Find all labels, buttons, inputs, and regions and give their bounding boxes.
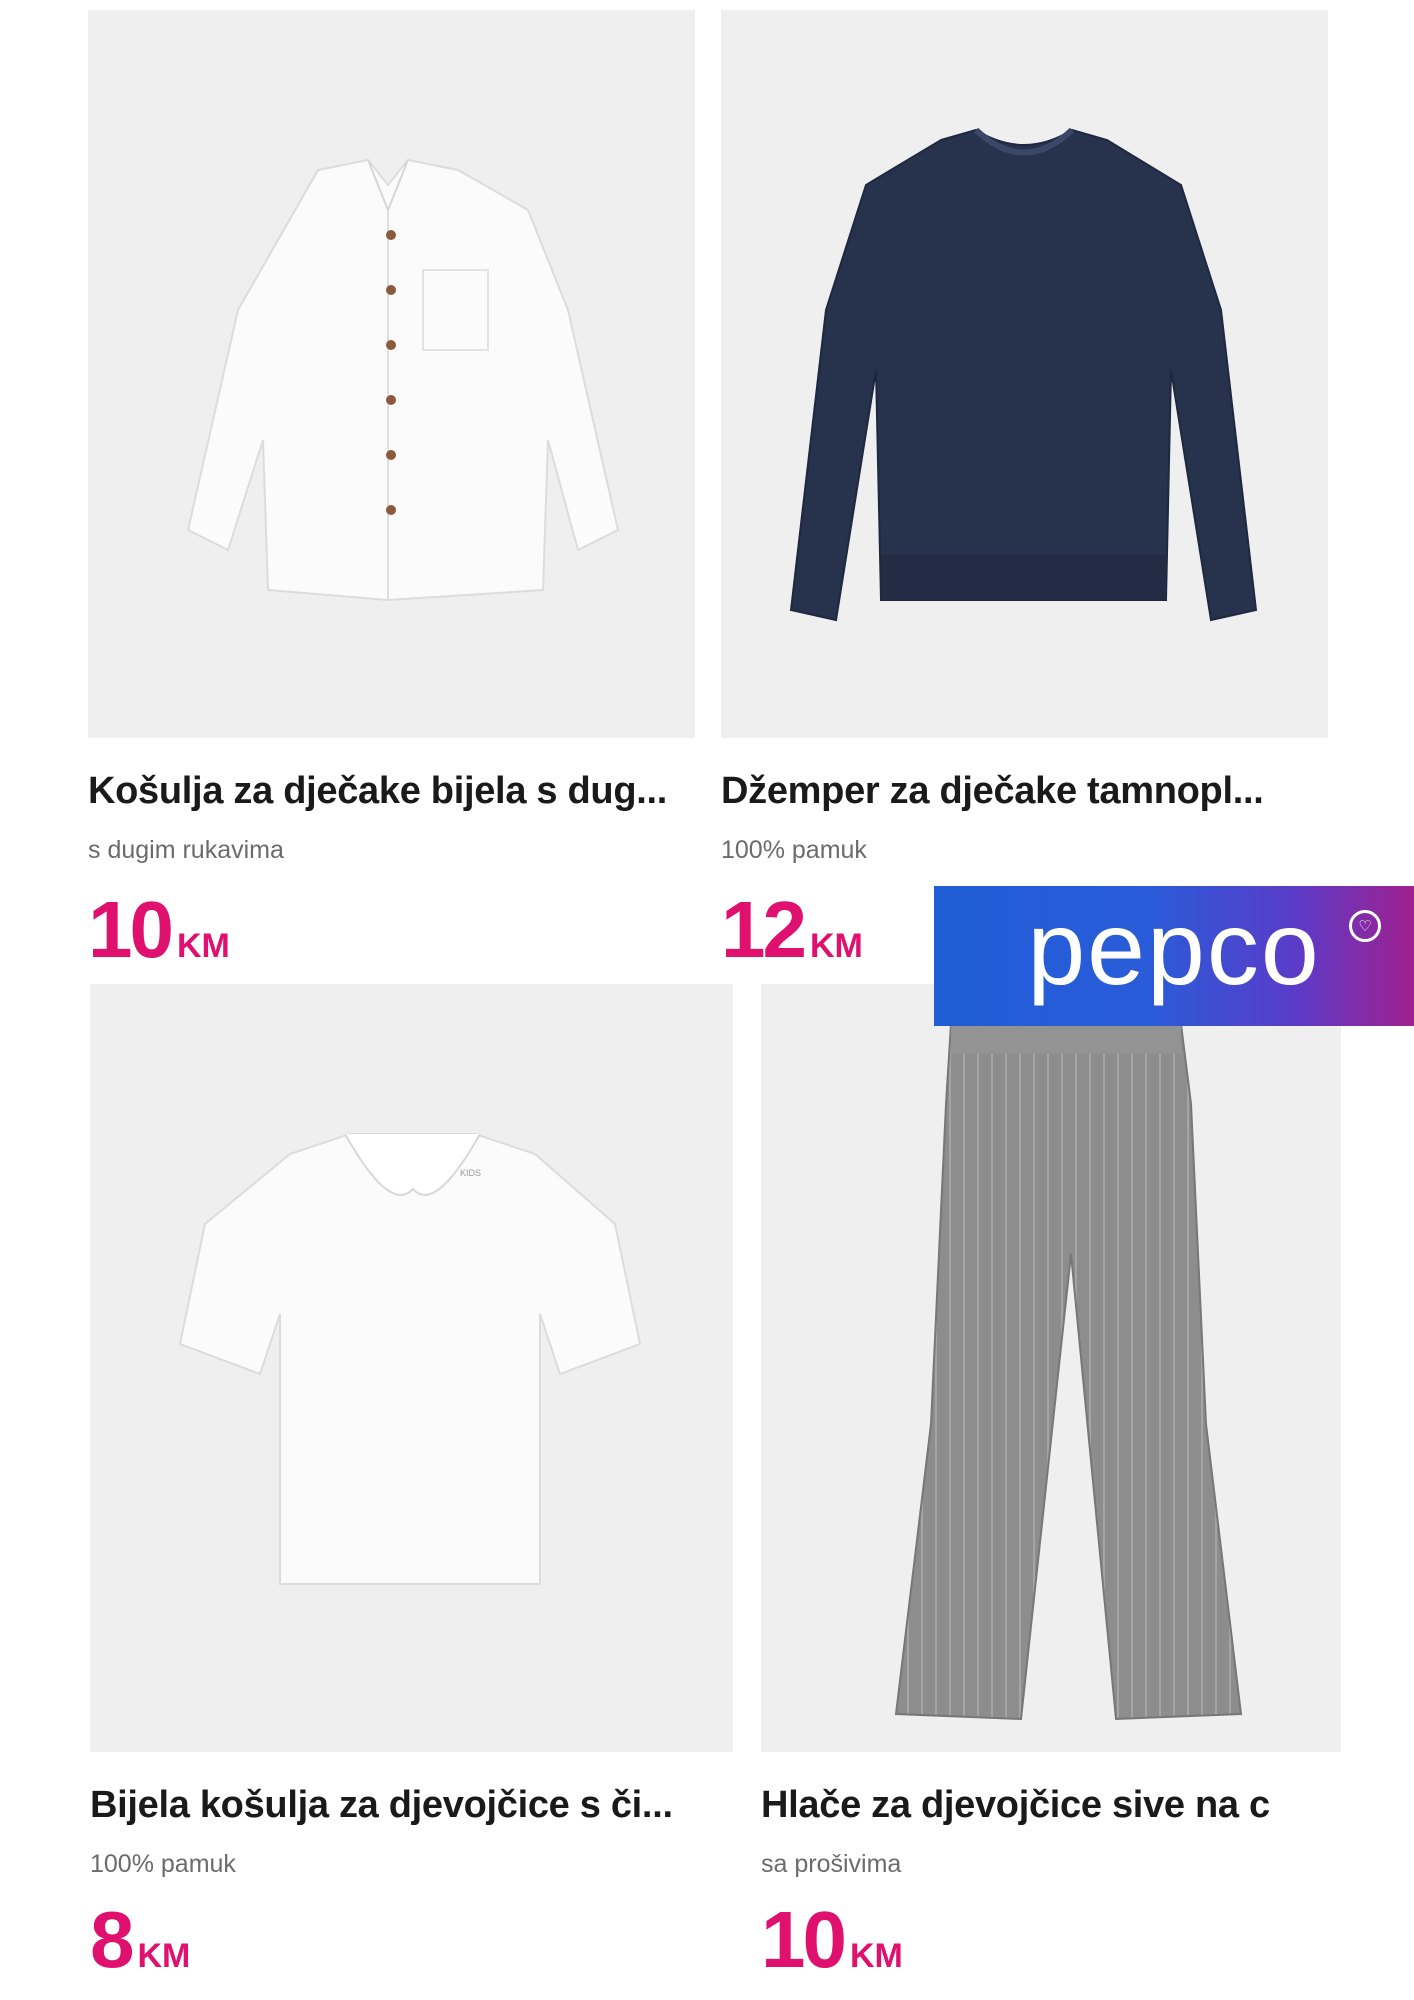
price-value: 10 <box>761 1895 847 1984</box>
product-image-grey-trousers[interactable] <box>761 984 1341 1752</box>
product-subtitle: sa prošivima <box>761 1850 902 1878</box>
svg-text:KIDS: KIDS <box>460 1168 481 1178</box>
price-currency: KM <box>137 1937 191 1975</box>
price-value: 12 <box>721 885 807 974</box>
logo-text: pepco <box>1027 891 1321 1007</box>
product-price: 10 KM <box>761 1900 903 1980</box>
grey-trousers-illustration <box>894 1023 1243 1721</box>
product-title[interactable]: Košulja za dječake bijela s dug... <box>88 770 695 813</box>
product-title[interactable]: Džemper za dječake tamnopl... <box>721 770 1328 813</box>
product-subtitle: 100% pamuk <box>721 836 867 864</box>
product-title[interactable]: Bijela košulja za djevojčice s či... <box>90 1784 733 1827</box>
product-price: 8 KM <box>90 1900 190 1980</box>
product-image-white-shirt[interactable] <box>88 10 695 738</box>
product-image-navy-sweater[interactable] <box>721 10 1328 738</box>
price-currency: KM <box>809 927 863 965</box>
navy-sweater-illustration <box>789 127 1258 622</box>
white-shirt-illustration <box>186 158 620 602</box>
product-subtitle: 100% pamuk <box>90 1850 236 1878</box>
product-subtitle: s dugim rukavima <box>88 836 284 864</box>
price-currency: KM <box>176 927 230 965</box>
pepco-logo: pepco ♡ <box>934 886 1414 1026</box>
price-value: 10 <box>88 885 174 974</box>
product-image-white-blouse[interactable]: KIDS <box>90 984 733 1752</box>
product-price: 12 KM <box>721 890 863 970</box>
price-value: 8 <box>90 1895 134 1984</box>
product-price: 10 KM <box>88 890 230 970</box>
heart-icon: ♡ <box>1349 910 1381 942</box>
product-title[interactable]: Hlače za djevojčice sive na c <box>761 1784 1341 1827</box>
white-blouse-illustration: KIDS <box>178 1133 642 1585</box>
price-currency: KM <box>849 1937 903 1975</box>
